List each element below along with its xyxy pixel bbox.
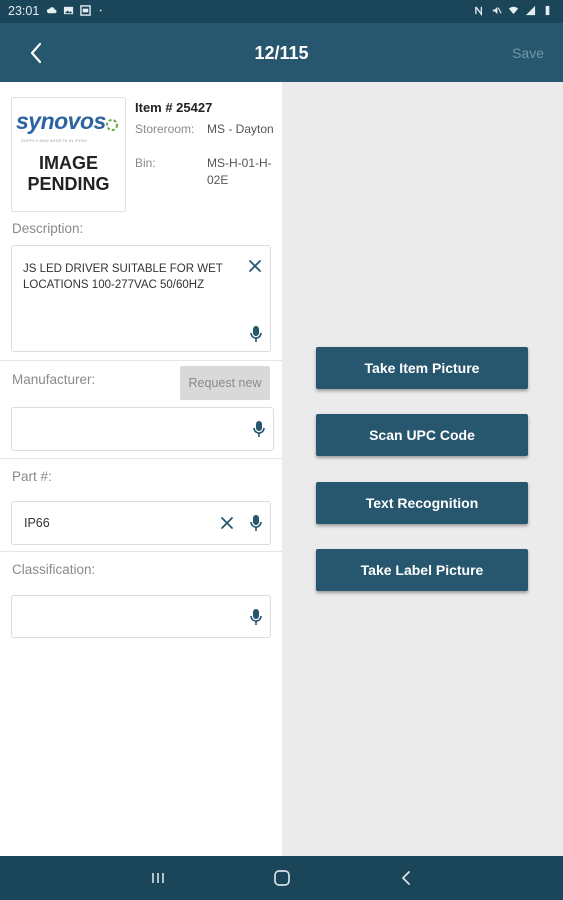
manufacturer-field[interactable] (11, 407, 274, 451)
status-time: 23:01 (8, 4, 40, 18)
signal-icon (525, 5, 536, 16)
back-icon (402, 871, 410, 885)
item-image[interactable]: synovos SUPPLY AND ASSETS IN SYNC IMAGE … (11, 97, 126, 212)
take-item-picture-button[interactable]: Take Item Picture (316, 347, 528, 389)
item-number: Item # 25427 (135, 100, 213, 115)
description-value: JS LED DRIVER SUITABLE FOR WET LOCATIONS… (23, 263, 223, 291)
request-new-button[interactable]: Request new (180, 366, 270, 400)
storeroom-label: Storeroom: (135, 122, 195, 136)
nfc-icon (475, 6, 482, 16)
dot-icon (99, 9, 102, 12)
battery-icon (545, 5, 550, 16)
text-recognition-button[interactable]: Text Recognition (316, 482, 528, 524)
status-right-icons (474, 5, 553, 16)
description-field[interactable]: JS LED DRIVER SUITABLE FOR WET LOCATIONS… (11, 245, 271, 352)
logo-swirl-icon (106, 119, 118, 131)
logo-tagline: SUPPLY AND ASSETS IN SYNC (21, 138, 88, 143)
save-button[interactable]: Save (512, 45, 544, 61)
divider (0, 360, 282, 361)
divider (0, 551, 282, 552)
wifi-icon (508, 6, 519, 15)
part-number-clear-icon[interactable] (216, 512, 238, 534)
image-pending-text: IMAGE PENDING (27, 153, 110, 194)
manufacturer-label: Manufacturer: (12, 372, 96, 387)
bin-label: Bin: (135, 156, 156, 170)
take-label-picture-button[interactable]: Take Label Picture (316, 549, 528, 591)
part-number-field[interactable]: IP66 (11, 501, 271, 545)
part-number-mic-icon[interactable] (246, 512, 266, 534)
mute-icon (492, 6, 502, 15)
part-number-value: IP66 (24, 516, 50, 530)
home-icon (274, 870, 290, 886)
system-nav-bar (0, 856, 563, 900)
gallery-icon (80, 5, 91, 16)
description-label: Description: (12, 221, 84, 236)
synovos-logo: synovos (16, 108, 106, 134)
app-bar: 12/115 Save (0, 23, 563, 82)
divider (0, 458, 282, 459)
recents-icon (152, 873, 164, 883)
description-clear-icon[interactable] (244, 255, 266, 277)
home-button[interactable] (269, 866, 295, 890)
page-title: 12/115 (254, 43, 309, 63)
item-form-panel: synovos SUPPLY AND ASSETS IN SYNC IMAGE … (0, 82, 282, 856)
part-number-label: Part #: (12, 469, 52, 484)
classification-mic-icon[interactable] (246, 606, 266, 628)
classification-label: Classification: (12, 562, 96, 577)
actions-panel: Take Item Picture Scan UPC Code Text Rec… (282, 82, 563, 856)
manufacturer-mic-icon[interactable] (249, 418, 269, 440)
cloud-icon (46, 7, 57, 14)
description-mic-icon[interactable] (246, 323, 266, 345)
status-bar: 23:01 (0, 0, 563, 23)
image-icon (63, 6, 74, 15)
bin-value: MS-H-01-H-02E (207, 156, 272, 187)
storeroom-value: MS - Dayton (207, 122, 274, 136)
classification-field[interactable] (11, 595, 271, 638)
recents-button[interactable] (145, 866, 171, 890)
status-left-icons (46, 5, 108, 16)
scan-upc-code-button[interactable]: Scan UPC Code (316, 414, 528, 456)
nav-back-button[interactable] (393, 866, 419, 890)
